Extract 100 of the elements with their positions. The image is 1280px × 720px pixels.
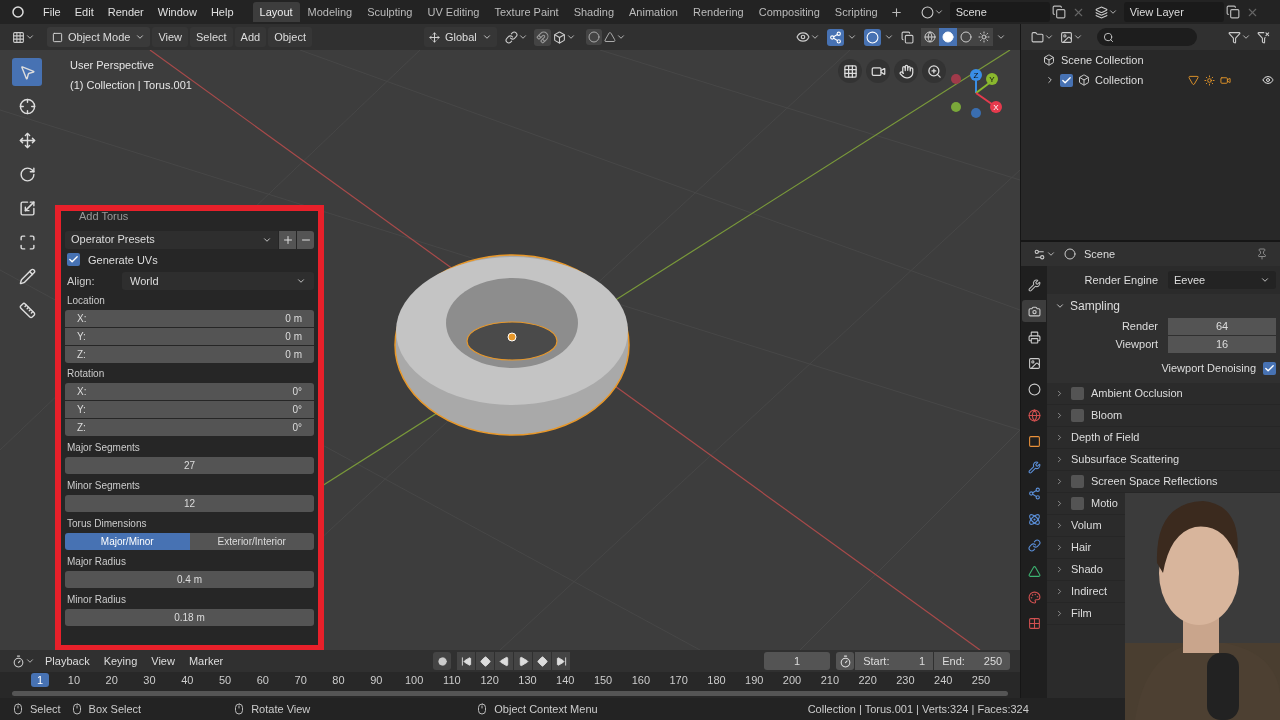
- uvs-checkbox[interactable]: [67, 253, 80, 267]
- proportional-edit-icon[interactable]: [585, 29, 602, 45]
- editor-type-selector[interactable]: [12, 30, 35, 44]
- grid-icon[interactable]: [838, 59, 862, 83]
- jump-start-button[interactable]: [457, 652, 476, 670]
- add-preset-button[interactable]: [279, 230, 296, 249]
- panel-header[interactable]: Hair: [1071, 538, 1092, 556]
- xray-icon[interactable]: [901, 30, 914, 44]
- menu-item[interactable]: View: [147, 652, 179, 670]
- current-frame-field[interactable]: 1: [764, 652, 831, 670]
- panel-header[interactable]: Ambient Occlusion: [1091, 384, 1183, 402]
- orientation-dropdown[interactable]: Global: [424, 27, 497, 47]
- falloff-selector[interactable]: [603, 31, 626, 43]
- copy-icon[interactable]: [1225, 5, 1240, 19]
- section-checkbox[interactable]: [1071, 474, 1084, 488]
- view-layer-selector[interactable]: [1094, 5, 1118, 19]
- start-frame-field[interactable]: Start: 1: [855, 652, 934, 670]
- solid-shading-icon[interactable]: [939, 28, 957, 46]
- menu-item[interactable]: Marker: [184, 652, 228, 670]
- number-field[interactable]: Z: 0 m: [65, 346, 314, 363]
- select-tool-icon[interactable]: [12, 58, 42, 86]
- eye-icon[interactable]: [1262, 74, 1274, 86]
- workspace-tab[interactable]: Sculpting: [360, 2, 420, 22]
- remove-preset-button[interactable]: [297, 230, 314, 249]
- camera-icon[interactable]: [1220, 74, 1232, 86]
- hand-icon[interactable]: [894, 59, 918, 83]
- workspace-tab[interactable]: Texture Paint: [487, 2, 566, 22]
- prev-keyframe-button[interactable]: [476, 652, 495, 670]
- panel-header[interactable]: Screen Space Reflections: [1091, 472, 1218, 490]
- playhead-marker[interactable]: 1: [31, 673, 49, 687]
- panel-header[interactable]: Bloom: [1091, 406, 1123, 424]
- editor-type-selector[interactable]: [1033, 247, 1056, 261]
- filter-selector[interactable]: [1228, 30, 1251, 44]
- panel-title[interactable]: Add Torus: [65, 208, 314, 225]
- rendered-shading-icon[interactable]: [975, 28, 993, 46]
- panel-header[interactable]: Sampling: [1047, 294, 1280, 318]
- menu-item[interactable]: Edit: [67, 3, 101, 21]
- material-shading-icon[interactable]: [957, 28, 975, 46]
- section-checkbox[interactable]: [1071, 408, 1084, 422]
- play-reverse-button[interactable]: [495, 652, 514, 670]
- panel-header[interactable]: Motio: [1091, 494, 1118, 512]
- number-field[interactable]: Y: 0°: [65, 401, 314, 418]
- panel-header[interactable]: Film: [1071, 604, 1092, 622]
- record-button[interactable]: [433, 652, 452, 670]
- workspace-tab[interactable]: Shading: [566, 2, 622, 22]
- menu-item[interactable]: Playback: [41, 652, 94, 670]
- presets-dropdown[interactable]: Operator Presets: [65, 230, 278, 249]
- section-checkbox[interactable]: [1071, 386, 1084, 400]
- number-field[interactable]: 12: [65, 495, 314, 512]
- next-keyframe-button[interactable]: [533, 652, 552, 670]
- number-field[interactable]: 0.18 m: [65, 609, 314, 626]
- pin-icon[interactable]: [1256, 248, 1268, 260]
- panel-header[interactable]: Shado: [1071, 560, 1103, 578]
- workspace-tab[interactable]: UV Editing: [420, 2, 487, 22]
- workspace-tab[interactable]: Compositing: [751, 2, 827, 22]
- copy-icon[interactable]: [1051, 5, 1066, 19]
- zoom-icon[interactable]: [922, 59, 946, 83]
- add-workspace-icon[interactable]: [889, 5, 903, 19]
- menu-item[interactable]: Help: [203, 3, 241, 21]
- number-field[interactable]: 0.4 m: [65, 571, 314, 588]
- denoising-checkbox[interactable]: [1263, 361, 1276, 375]
- number-field[interactable]: Y: 0 m: [65, 328, 314, 345]
- number-field[interactable]: X: 0°: [65, 383, 314, 400]
- snap-target-selector[interactable]: [552, 30, 576, 44]
- menu-item[interactable]: Keying: [99, 652, 142, 670]
- mode-toggle[interactable]: Major/Minor: [65, 533, 190, 550]
- jump-end-button[interactable]: [552, 652, 571, 670]
- panel-header[interactable]: Indirect: [1071, 582, 1108, 600]
- outliner-item[interactable]: Scene Collection: [1021, 50, 1280, 70]
- display-mode-selector[interactable]: [1031, 30, 1054, 44]
- menu-item[interactable]: Add: [234, 27, 267, 47]
- end-frame-field[interactable]: End: 250: [934, 652, 1011, 670]
- gizmo-menu-icon[interactable]: [847, 32, 857, 42]
- search-field[interactable]: [1097, 28, 1197, 46]
- editor-type-selector[interactable]: [12, 654, 35, 668]
- number-field[interactable]: 16: [1168, 336, 1276, 353]
- overlay-toggle-icon[interactable]: [864, 28, 881, 46]
- pivot-selector[interactable]: [504, 30, 528, 44]
- menu-item[interactable]: Object: [268, 27, 312, 47]
- number-field[interactable]: X: 0 m: [65, 310, 314, 327]
- workspace-tab[interactable]: Layout: [252, 2, 300, 22]
- section-checkbox[interactable]: [1071, 496, 1084, 510]
- view-layer-field[interactable]: View Layer: [1123, 2, 1224, 22]
- camera-icon[interactable]: [866, 59, 890, 83]
- menu-item[interactable]: Select: [190, 27, 233, 47]
- navigation-gizmo[interactable]: Z Y X: [946, 67, 1006, 119]
- workspace-tab[interactable]: Modeling: [300, 2, 360, 22]
- expand-icon[interactable]: [1045, 75, 1055, 85]
- timeline-scrollbar[interactable]: [12, 691, 1008, 696]
- wireframe-shading-icon[interactable]: [921, 28, 939, 46]
- overlay-menu-icon[interactable]: [884, 32, 894, 42]
- menu-item[interactable]: Render: [100, 3, 151, 21]
- menu-item[interactable]: Window: [150, 3, 204, 21]
- align-dropdown[interactable]: World: [122, 272, 314, 290]
- panel-header[interactable]: Depth of Field: [1071, 428, 1140, 446]
- filter-mode-selector[interactable]: [1060, 30, 1083, 44]
- snap-icon[interactable]: [533, 28, 551, 46]
- mode-dropdown[interactable]: Object Mode: [47, 27, 151, 47]
- scene-field[interactable]: Scene: [949, 2, 1050, 22]
- visibility-selector[interactable]: [796, 30, 820, 44]
